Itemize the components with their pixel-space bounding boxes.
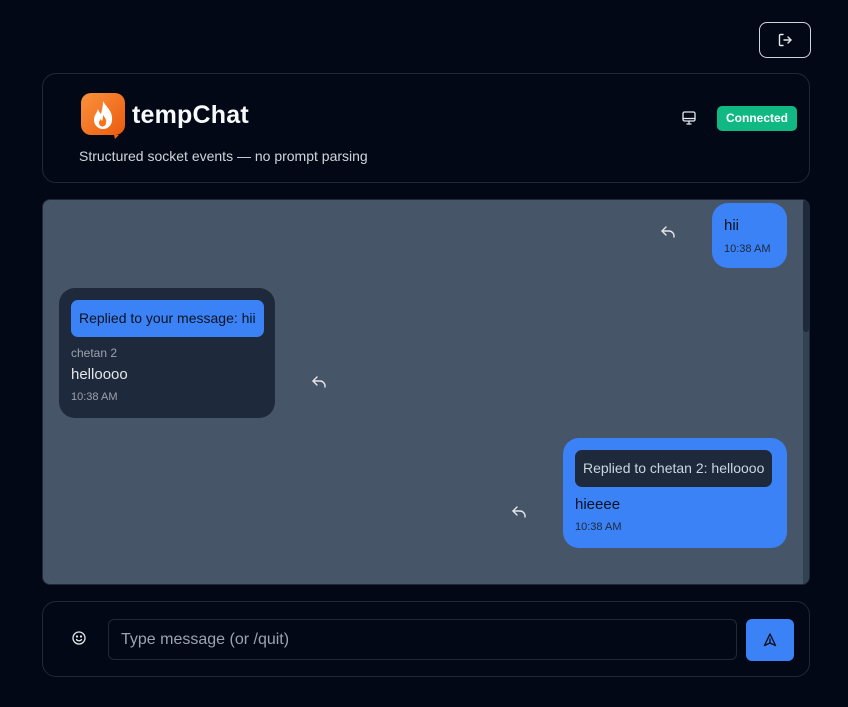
message-composer — [42, 601, 810, 677]
monitor-icon[interactable] — [681, 110, 697, 126]
header-card: tempChat Structured socket events — no p… — [42, 73, 810, 183]
app-title: tempChat — [132, 100, 249, 129]
scrollbar-track[interactable] — [803, 200, 809, 584]
message-text: hii — [724, 217, 740, 234]
message-text: helloooo — [71, 366, 128, 383]
message-time: 10:38 AM — [71, 391, 118, 403]
reply-icon[interactable] — [659, 223, 677, 241]
smiley-icon[interactable] — [71, 630, 87, 646]
brand: tempChat — [81, 93, 249, 139]
scrollbar-thumb[interactable] — [803, 200, 809, 332]
chat-messages-area[interactable]: hii 10:38 AM Replied to your message: hi… — [42, 199, 810, 585]
logout-button[interactable] — [759, 22, 811, 58]
message-bubble-own: Replied to chetan 2: helloooo hieeee 10:… — [563, 438, 787, 548]
reply-icon[interactable] — [510, 503, 528, 521]
message-text: hieeee — [575, 496, 621, 513]
reply-icon[interactable] — [310, 373, 328, 391]
connection-status-badge: Connected — [717, 106, 798, 131]
message-time: 10:38 AM — [724, 243, 771, 255]
message-input[interactable] — [108, 619, 737, 660]
reply-quote[interactable]: Replied to your message: hii — [71, 300, 264, 337]
send-button[interactable] — [746, 619, 794, 661]
message-time: 10:38 AM — [575, 521, 622, 533]
message-bubble-own: hii 10:38 AM — [712, 203, 787, 268]
logout-icon — [778, 33, 792, 47]
message-sender: chetan 2 — [71, 346, 118, 360]
reply-quote[interactable]: Replied to chetan 2: helloooo — [575, 450, 773, 487]
app-subtitle: Structured socket events — no prompt par… — [79, 148, 368, 164]
send-icon — [763, 633, 777, 647]
flame-chat-icon — [81, 93, 125, 139]
message-bubble-other: Replied to your message: hii chetan 2 he… — [59, 288, 275, 418]
